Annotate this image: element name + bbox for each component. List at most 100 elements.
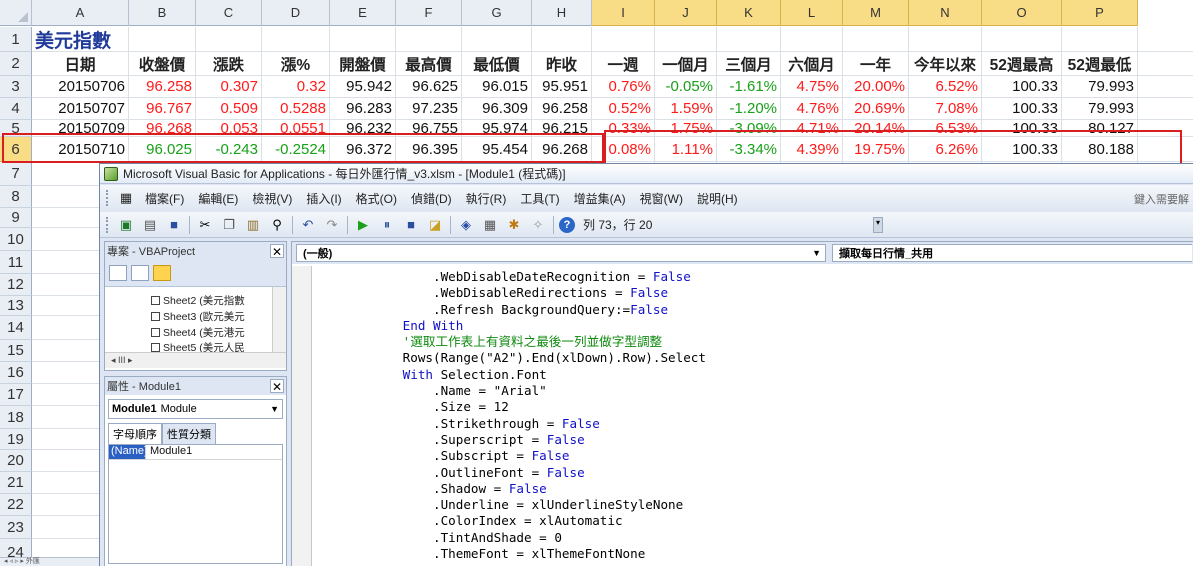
object-browser-icon[interactable]: ✱ xyxy=(504,216,524,234)
save-icon[interactable]: ■ xyxy=(164,216,184,234)
data-cell[interactable]: 96.395 xyxy=(396,137,462,161)
menu-item[interactable]: 視窗(W) xyxy=(633,190,690,207)
code-line[interactable]: .Subscript = False xyxy=(342,448,706,464)
cell[interactable] xyxy=(196,27,262,51)
header-cell[interactable]: 昨收 xyxy=(532,52,592,75)
data-cell[interactable]: 6.26% xyxy=(909,137,982,161)
data-cell[interactable]: 96.258 xyxy=(129,76,196,97)
code-line[interactable]: .TintAndShade = 0 xyxy=(342,530,706,546)
row-header-17[interactable]: 17 xyxy=(0,384,32,406)
close-icon[interactable]: ✕ xyxy=(270,379,284,394)
toolbar-gripper[interactable] xyxy=(106,216,110,233)
cell[interactable] xyxy=(532,27,592,51)
code-line[interactable]: .WebDisableRedirections = False xyxy=(342,285,706,301)
vbe-title-bar[interactable]: Microsoft Visual Basic for Applications … xyxy=(100,164,1193,184)
data-cell[interactable]: 0.76% xyxy=(592,76,655,97)
data-cell[interactable]: 0.0551 xyxy=(262,120,330,136)
column-header-l[interactable]: L xyxy=(781,0,843,26)
data-cell[interactable]: 0.053 xyxy=(196,120,262,136)
cell[interactable] xyxy=(462,27,532,51)
cell[interactable] xyxy=(982,27,1062,51)
data-cell[interactable]: 0.307 xyxy=(196,76,262,97)
data-cell[interactable]: 0.5288 xyxy=(262,98,330,119)
code-line[interactable]: .Underline = xlUnderlineStyleNone xyxy=(342,497,706,513)
data-cell[interactable]: 96.025 xyxy=(129,137,196,161)
object-combo[interactable]: (一般) ▼ xyxy=(296,244,826,262)
code-editor[interactable]: .WebDisableDateRecognition = False .WebD… xyxy=(292,266,1193,566)
data-cell[interactable]: -3.34% xyxy=(717,137,781,161)
header-cell[interactable]: 三個月 xyxy=(717,52,781,75)
data-cell[interactable]: 79.993 xyxy=(1062,98,1138,119)
excel-view-icon[interactable]: ▦ xyxy=(116,189,136,207)
code-line[interactable]: .ThemeFont = xlThemeFontNone xyxy=(342,546,706,562)
data-cell[interactable]: 0.52% xyxy=(592,98,655,119)
header-cell[interactable]: 一個月 xyxy=(655,52,717,75)
row-header-22[interactable]: 22 xyxy=(0,494,32,516)
code-line[interactable]: .Size = 12 xyxy=(342,399,706,415)
help-icon[interactable]: ? xyxy=(559,216,575,233)
data-cell[interactable]: 100.33 xyxy=(982,98,1062,119)
break-icon[interactable]: ⏸ xyxy=(377,216,397,234)
project-tree-item[interactable]: Sheet4 (美元港元 xyxy=(151,325,245,340)
tree-horizontal-scrollbar[interactable]: ◂ III ▸ xyxy=(105,352,286,368)
menu-item[interactable]: 插入(I) xyxy=(299,190,348,207)
menu-item[interactable]: 檔案(F) xyxy=(138,190,191,207)
row-header-18[interactable]: 18 xyxy=(0,406,32,429)
row-header-15[interactable]: 15 xyxy=(0,340,32,362)
code-line[interactable]: .Refresh BackgroundQuery:=False xyxy=(342,302,706,318)
data-cell[interactable]: 6.52% xyxy=(909,76,982,97)
procedure-combo[interactable]: 擷取每日行情_共用 xyxy=(832,244,1192,262)
data-cell[interactable]: 1.11% xyxy=(655,137,717,161)
row-header-8[interactable]: 8 xyxy=(0,186,32,208)
column-header-a[interactable]: A xyxy=(32,0,129,26)
cell[interactable] xyxy=(129,27,196,51)
property-list[interactable]: (Name) Module1 xyxy=(108,444,283,564)
code-line[interactable]: With Selection.Font xyxy=(342,367,706,383)
data-cell[interactable]: 1.59% xyxy=(655,98,717,119)
tab-categorized[interactable]: 性質分類 xyxy=(162,423,216,444)
data-cell[interactable]: -1.61% xyxy=(717,76,781,97)
data-cell[interactable]: 95.974 xyxy=(462,120,532,136)
menu-item[interactable]: 說明(H) xyxy=(690,190,745,207)
header-cell[interactable]: 開盤價 xyxy=(330,52,396,75)
row-header-4[interactable]: 4 xyxy=(0,98,32,120)
column-header-n[interactable]: N xyxy=(909,0,982,26)
close-icon[interactable]: ✕ xyxy=(270,244,284,259)
data-cell[interactable]: -3.09% xyxy=(717,120,781,136)
properties-pane[interactable]: 屬性 - Module1 ✕ Module1 Module ▼ 字母順序 性質分類… xyxy=(104,376,287,566)
data-cell[interactable]: 96.755 xyxy=(396,120,462,136)
data-cell[interactable]: 20.69% xyxy=(843,98,909,119)
column-header-f[interactable]: F xyxy=(396,0,462,26)
cell[interactable] xyxy=(592,27,655,51)
row-header-5[interactable]: 5 xyxy=(0,120,32,137)
help-search-hint[interactable]: 鍵入需要解 xyxy=(1134,191,1189,207)
cell[interactable] xyxy=(655,27,717,51)
cell[interactable] xyxy=(909,27,982,51)
code-line[interactable]: End With xyxy=(342,318,706,334)
row-header-14[interactable]: 14 xyxy=(0,316,32,340)
data-cell[interactable]: 0.509 xyxy=(196,98,262,119)
data-cell[interactable]: 100.33 xyxy=(982,76,1062,97)
properties-window-icon[interactable]: ▦ xyxy=(480,216,500,234)
data-cell[interactable]: 97.235 xyxy=(396,98,462,119)
undo-icon[interactable]: ↶ xyxy=(298,216,318,234)
data-cell[interactable]: 4.76% xyxy=(781,98,843,119)
row-header-21[interactable]: 21 xyxy=(0,472,32,494)
column-header-p[interactable]: P xyxy=(1062,0,1138,26)
header-cell[interactable]: 最低價 xyxy=(462,52,532,75)
row-header-19[interactable]: 19 xyxy=(0,429,32,450)
data-cell[interactable]: 19.75% xyxy=(843,137,909,161)
row-header-1[interactable]: 1 xyxy=(0,27,32,52)
vba-editor-window[interactable]: Microsoft Visual Basic for Applications … xyxy=(99,163,1193,566)
data-cell[interactable]: 0.33% xyxy=(592,120,655,136)
data-cell[interactable]: 4.71% xyxy=(781,120,843,136)
data-cell[interactable]: -1.20% xyxy=(717,98,781,119)
copy-icon[interactable]: ❐ xyxy=(219,216,239,234)
data-cell[interactable]: 20150710 xyxy=(32,137,129,161)
column-header-c[interactable]: C xyxy=(196,0,262,26)
header-cell[interactable]: 52週最低 xyxy=(1062,52,1138,75)
find-icon[interactable]: ⚲ xyxy=(267,216,287,234)
column-header-o[interactable]: O xyxy=(982,0,1062,26)
data-cell[interactable]: 95.942 xyxy=(330,76,396,97)
menu-item[interactable]: 增益集(A) xyxy=(567,190,633,207)
